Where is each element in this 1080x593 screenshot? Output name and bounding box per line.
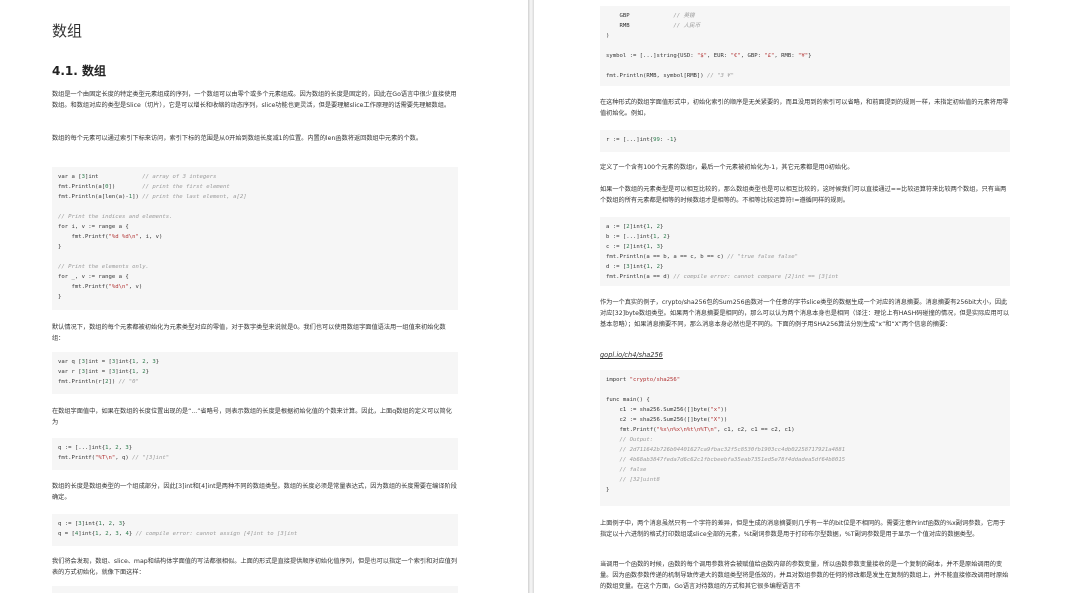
code-line: } [606,487,610,493]
code-line: ) [606,33,610,39]
code-line: d := [3]int{1, 2} [606,264,664,270]
code-line: c2 := sha256.Sum256([]byte("X")) [606,417,728,423]
code-line: // Print the indices and elements. [58,214,173,220]
code-line: } [58,244,62,250]
code-block: import "crypto/sha256" func main() { c1 … [600,370,1010,506]
code-line: fmt.Printf("%T\n", q) // "[3]int" [58,455,170,461]
paragraph-intro: 数组是一个由固定长度的特定类型元素组成的序列，一个数组可以由零个或多个元素组成。… [52,91,457,109]
paragraph-digest-difference: 上面例子中，两个消息虽然只有一个字符的差异，但是生成的消息摘要则几乎有一半的bi… [600,520,1006,538]
paragraph-literals: 我们将会发现，数组、slice、map和结构体字面值的写法都很相似。上面的形式是… [52,558,458,576]
paragraph-function-params: 当调用一个函数的时候，函数的每个调用参数将会被赋值给函数内部的参数变量，所以函数… [600,561,1009,590]
code-block: r := [...]int{99: -1} [600,130,1010,152]
code-line: var r [3]int = [3]int{1, 2} [58,369,149,375]
code-line: fmt.Println(a[len(a)-1]) // print the la… [58,194,247,200]
paragraph-array-r: 定义了一个含有100个元素的数组r，最后一个元素被初始化为-1，其它元素都是用0… [600,164,854,171]
code-line: c1 := sha256.Sum256([]byte("x")) [606,407,728,413]
paragraph-zero-value: 默认情况下，数组的每个元素都被初始化为元素类型对应的零值，对于数字类型来说就是0… [52,324,446,342]
code-line: // Print the elements only. [58,264,149,270]
section-title: 4.1. 数组 [52,64,106,78]
code-line: // false [619,467,647,473]
code-line: var a [3]int // array of 3 integers [58,174,217,180]
code-line: } [58,294,62,300]
source-link[interactable]: gopl.io/ch4/sha256 [600,351,663,359]
paragraph-sha256: 作为一个真实的例子，crypto/sha256包的Sum256函数对一个任意的字… [600,299,1010,328]
paragraph-comparison: 如果一个数组的元素类型是可以相互比较的，那么数组类型也是可以相互比较的，这时候我… [600,186,1007,204]
code-line: fmt.Printf("%d\n", v) [58,284,143,290]
code-line: q := [...]int{1, 2, 3} [58,445,133,451]
code-block-continued [52,586,458,593]
code-line: fmt.Println(RMB, symbol[RMB]) // "3 ¥" [606,73,734,79]
code-block: var a [3]int // array of 3 integers fmt.P… [52,167,458,310]
code-line: fmt.Printf("%x\n%x\n%t\n%T\n", c1, c2, c… [606,427,795,433]
code-line: fmt.Printf("%d %d\n", i, v) [58,234,163,240]
code-block: var q [3]int = [3]int{1, 2, 3} var r [3]i… [52,352,458,394]
code-line: // Output: [619,437,654,443]
code-line: // 4b68ab3847feda7d6c62c1fbcbeebfa35eab7… [619,457,846,463]
code-line: c := [2]int{1, 3} [606,244,664,250]
paragraph-index: 数组的每个元素可以通过索引下标来访问，索引下标的范围是从0开始到数组长度减1的位… [52,135,423,142]
code-line: q = [4]int{1, 2, 3, 4} // compile error:… [58,531,298,537]
code-line: fmt.Println(r[2]) // "0" [58,379,139,385]
paragraph-index-order: 在这种形式的数组字面值形式中，初始化索引的顺序是无关紧要的，而且没用到的索引可以… [600,99,1009,117]
code-line: import "crypto/sha256" [606,377,681,383]
code-line: q := [3]int{1, 2, 3} [58,521,126,527]
paragraph-array-length: 数组的长度是数组类型的一个组成部分，因此[3]int和[4]int是两种不同的数… [52,483,457,501]
code-block: GBP // 英镑 RMB // 人民币) symbol := [...]str… [600,6,1010,86]
code-line: fmt.Println(a[0]) // print the first ele… [58,184,230,190]
book-spread: 数组 4.1. 数组 数组是一个由固定长度的特定类型元素组成的序列，一个数组可以… [0,0,1080,593]
code-line: GBP // 英镑 [606,13,695,19]
code-line: func main() { [606,397,650,403]
code-block: a := [2]int{1, 2} b := [...]int{1, 2} c :=… [600,217,1010,286]
code-line: // 2d711642b726b04401627ca9fbac32f5c8530… [619,447,846,453]
left-page[interactable]: 数组 4.1. 数组 数组是一个由固定长度的特定类型元素组成的序列，一个数组可以… [0,0,528,593]
code-line: r := [...]int{99: -1} [606,137,677,143]
code-line: fmt.Println(a == d) // compile error: ca… [606,274,839,280]
code-line: RMB // 人民币 [606,23,701,29]
chapter-title: 数组 [52,22,83,40]
code-line: for i, v := range a { [58,224,129,230]
code-line: // [32]uint8 [619,477,660,483]
paragraph-ellipsis: 在数组字面值中，如果在数组的长度位置出现的是“...”省略号，则表示数组的长度是… [52,408,452,426]
code-line: symbol := [...]string{USD: "$", EUR: "€"… [606,53,812,59]
code-line: b := [...]int{1, 2} [606,234,671,240]
code-line: fmt.Println(a == b, a == c, b == c) // "… [606,254,798,260]
code-block: q := [...]int{1, 2, 3} fmt.Printf("%T\n",… [52,438,458,470]
code-line: for _, v := range a { [58,274,129,280]
code-line: a := [2]int{1, 2} [606,224,664,230]
right-page[interactable]: GBP // 英镑 RMB // 人民币) symbol := [...]str… [534,0,1080,593]
code-line: var q [3]int = [3]int{1, 2, 3} [58,359,160,365]
code-block: q := [3]int{1, 2, 3} q = [4]int{1, 2, 3, … [52,514,458,546]
